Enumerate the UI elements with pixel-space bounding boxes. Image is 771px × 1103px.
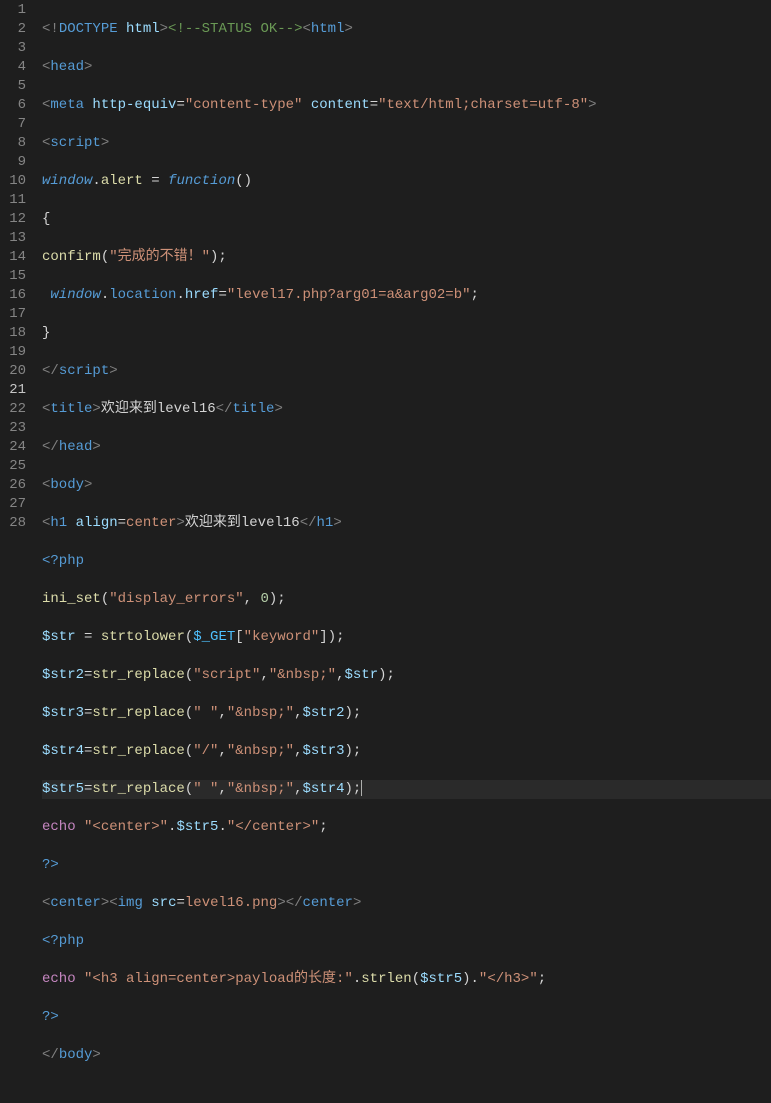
code-line[interactable]: <?php <box>42 932 771 951</box>
code-line[interactable]: } <box>42 324 771 343</box>
line-number: 9 <box>0 153 26 172</box>
code-line[interactable]: ini_set("display_errors", 0); <box>42 590 771 609</box>
code-line[interactable]: <h1 align=center>欢迎来到level16</h1> <box>42 514 771 533</box>
line-number: 16 <box>0 286 26 305</box>
line-number: 24 <box>0 438 26 457</box>
text-cursor <box>361 780 362 796</box>
code-line[interactable]: <script> <box>42 134 771 153</box>
line-number: 19 <box>0 343 26 362</box>
code-line[interactable]: $str3=str_replace(" ","&nbsp;",$str2); <box>42 704 771 723</box>
line-number: 13 <box>0 229 26 248</box>
code-line[interactable]: $str = strtolower($_GET["keyword"]); <box>42 628 771 647</box>
line-number: 20 <box>0 362 26 381</box>
code-line-active[interactable]: $str5=str_replace(" ","&nbsp;",$str4); <box>42 780 771 799</box>
code-line[interactable]: echo "<h3 align=center>payload的长度:".strl… <box>42 970 771 989</box>
line-number: 12 <box>0 210 26 229</box>
code-line[interactable]: <!DOCTYPE html><!--STATUS OK--><html> <box>42 20 771 39</box>
code-line[interactable]: { <box>42 210 771 229</box>
code-line[interactable]: <meta http-equiv="content-type" content=… <box>42 96 771 115</box>
line-number: 21 <box>0 381 26 400</box>
line-number: 8 <box>0 134 26 153</box>
line-number: 3 <box>0 39 26 58</box>
line-number: 26 <box>0 476 26 495</box>
code-line[interactable]: </head> <box>42 438 771 457</box>
line-number: 17 <box>0 305 26 324</box>
line-number: 15 <box>0 267 26 286</box>
line-number: 28 <box>0 514 26 533</box>
line-number: 1 <box>0 1 26 20</box>
line-number: 10 <box>0 172 26 191</box>
code-line[interactable]: window.location.href="level17.php?arg01=… <box>42 286 771 305</box>
code-line[interactable]: <head> <box>42 58 771 77</box>
code-line[interactable]: </body> <box>42 1046 771 1065</box>
line-number: 6 <box>0 96 26 115</box>
line-number: 7 <box>0 115 26 134</box>
code-line[interactable]: <center><img src=level16.png></center> <box>42 894 771 913</box>
line-number: 18 <box>0 324 26 343</box>
code-line[interactable]: window.alert = function() <box>42 172 771 191</box>
line-number: 23 <box>0 419 26 438</box>
line-number: 27 <box>0 495 26 514</box>
line-number: 2 <box>0 20 26 39</box>
code-content[interactable]: <!DOCTYPE html><!--STATUS OK--><html> <h… <box>36 0 771 567</box>
code-line[interactable]: <title>欢迎来到level16</title> <box>42 400 771 419</box>
line-number: 22 <box>0 400 26 419</box>
code-line[interactable]: $str4=str_replace("/","&nbsp;",$str3); <box>42 742 771 761</box>
line-number: 4 <box>0 58 26 77</box>
line-number-gutter: 1234567891011121314151617181920212223242… <box>0 0 36 567</box>
code-line[interactable]: ?> <box>42 856 771 875</box>
line-number: 14 <box>0 248 26 267</box>
code-line[interactable]: confirm("完成的不错！"); <box>42 248 771 267</box>
line-number: 5 <box>0 77 26 96</box>
code-line[interactable]: ?> <box>42 1008 771 1027</box>
code-line[interactable]: <body> <box>42 476 771 495</box>
code-line[interactable]: echo "<center>".$str5."</center>"; <box>42 818 771 837</box>
line-number: 11 <box>0 191 26 210</box>
line-number: 25 <box>0 457 26 476</box>
code-line[interactable]: </script> <box>42 362 771 381</box>
code-line[interactable]: <?php <box>42 552 771 571</box>
code-editor[interactable]: 1234567891011121314151617181920212223242… <box>0 0 771 567</box>
code-line[interactable]: $str2=str_replace("script","&nbsp;",$str… <box>42 666 771 685</box>
